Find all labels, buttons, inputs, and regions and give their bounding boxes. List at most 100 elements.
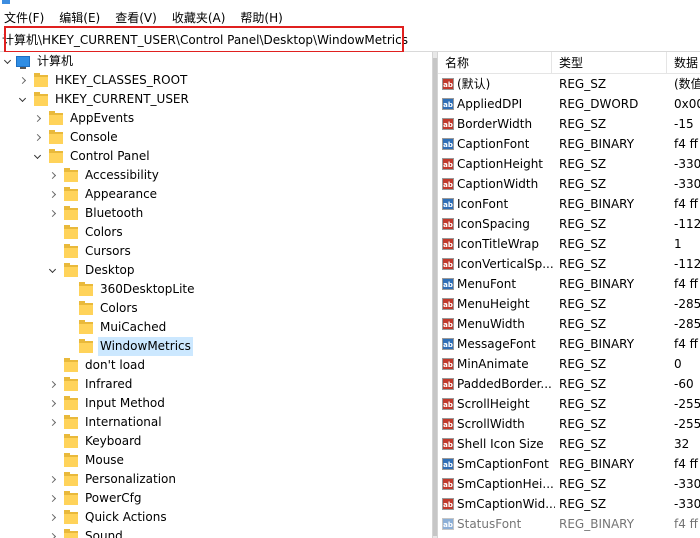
tree-node[interactable]: Input Method [47, 394, 167, 413]
value-row[interactable]: ab CaptionFont REG_BINARY f4 ff [438, 134, 700, 154]
value-row[interactable]: ab ScrollHeight REG_SZ -255 [438, 394, 700, 414]
tree-node[interactable]: Mouse [47, 451, 126, 470]
reg-sz-icon: ab [442, 238, 454, 250]
value-row[interactable]: ab SmCaptionFont REG_BINARY f4 ff [438, 454, 700, 474]
value-name-cell: ab MessageFont [442, 334, 555, 354]
tree-node[interactable]: 360DesktopLite [62, 280, 197, 299]
tree-node[interactable]: Control Panel [32, 147, 152, 166]
tree-node-label: Input Method [85, 396, 165, 410]
expand-arrow-icon[interactable] [47, 527, 57, 538]
folder-icon [64, 357, 78, 372]
value-row[interactable]: ab MessageFont REG_BINARY f4 ff [438, 334, 700, 354]
tree-node[interactable]: Desktop [47, 261, 137, 280]
menu-file[interactable]: 文件(F) [0, 8, 44, 28]
tree-node-label: Accessibility [85, 168, 159, 182]
expand-arrow-icon[interactable] [47, 375, 57, 394]
value-row[interactable]: ab CaptionWidth REG_SZ -330 [438, 174, 700, 194]
value-row[interactable]: ab (默认) REG_SZ (数值 [438, 74, 700, 94]
expand-arrow-icon [62, 318, 72, 337]
tree-node[interactable]: WindowMetrics [62, 337, 193, 356]
expand-arrow-icon [62, 299, 72, 318]
reg-sz-icon: ab [442, 158, 454, 170]
tree-node[interactable]: HKEY_CURRENT_USER [17, 90, 191, 109]
value-row[interactable]: ab BorderWidth REG_SZ -15 [438, 114, 700, 134]
value-row[interactable]: ab MinAnimate REG_SZ 0 [438, 354, 700, 374]
tree-node[interactable]: Bluetooth [47, 204, 145, 223]
value-name: CaptionWidth [457, 177, 539, 191]
value-row[interactable]: ab CaptionHeight REG_SZ -330 [438, 154, 700, 174]
expand-arrow-icon[interactable] [17, 71, 27, 90]
column-header-name[interactable]: 名称 [438, 52, 555, 74]
folder-icon [49, 129, 63, 144]
tree-node[interactable]: Quick Actions [47, 508, 169, 527]
tree-node[interactable]: Accessibility [47, 166, 161, 185]
values-pane: 名称 类型 数据 ab (默认) REG_SZ (数值 ab AppliedDPI REG_… [438, 52, 700, 538]
column-header-type[interactable]: 类型 [551, 52, 666, 74]
expand-arrow-icon[interactable] [47, 508, 57, 527]
menu-edit[interactable]: 编辑(E) [55, 8, 100, 28]
tree-node-label: Keyboard [85, 434, 142, 448]
expand-arrow-icon[interactable] [32, 109, 42, 128]
tree-node[interactable]: don't load [47, 356, 147, 375]
value-row[interactable]: ab SmCaptionHei... REG_SZ -330 [438, 474, 700, 494]
column-header-data[interactable]: 数据 [666, 52, 700, 74]
expand-arrow-icon[interactable] [2, 52, 12, 71]
tree-node[interactable]: Infrared [47, 375, 134, 394]
expand-arrow-icon[interactable] [47, 413, 57, 432]
title-bar-strip [0, 0, 700, 8]
menu-favorites[interactable]: 收藏夹(A) [168, 8, 226, 28]
expand-arrow-icon[interactable] [47, 394, 57, 413]
expand-arrow-icon[interactable] [47, 204, 57, 223]
tree-node-root[interactable]: 计算机 [2, 52, 75, 71]
tree-node[interactable]: MuiCached [62, 318, 168, 337]
value-name-cell: ab StatusFont [442, 514, 555, 534]
tree-node[interactable]: HKEY_CLASSES_ROOT [17, 71, 189, 90]
tree-node[interactable]: PowerCfg [47, 489, 144, 508]
folder-icon [64, 452, 78, 467]
value-row[interactable]: ab StatusFont REG_BINARY f4 ff [438, 514, 700, 534]
tree-node[interactable]: Appearance [47, 185, 159, 204]
tree-node[interactable]: AppEvents [32, 109, 136, 128]
expand-arrow-icon[interactable] [17, 90, 27, 109]
value-row[interactable]: ab MenuWidth REG_SZ -285 [438, 314, 700, 334]
tree-node[interactable]: Colors [47, 223, 125, 242]
tree-node[interactable]: Personalization [47, 470, 178, 489]
value-row[interactable]: abAppliedDPI REG_DWORD 0x00 [438, 94, 700, 114]
value-row[interactable]: ab SmCaptionWid... REG_SZ -330 [438, 494, 700, 514]
tree-scrollbar[interactable] [433, 58, 437, 536]
tree-node[interactable]: Sound [47, 527, 125, 538]
menu-help[interactable]: 帮助(H) [236, 8, 282, 28]
expand-arrow-icon[interactable] [47, 261, 57, 280]
value-row[interactable]: ab IconTitleWrap REG_SZ 1 [438, 234, 700, 254]
expand-arrow-icon[interactable] [47, 470, 57, 489]
tree-node[interactable]: International [47, 413, 164, 432]
value-type: REG_SZ [559, 217, 607, 231]
value-data: -255 [674, 417, 700, 431]
expand-arrow-icon[interactable] [32, 147, 42, 166]
reg-binary-icon: ab [442, 198, 454, 210]
expand-arrow-icon[interactable] [47, 166, 57, 185]
value-data: -1125 [674, 257, 700, 271]
value-row[interactable]: ab ScrollWidth REG_SZ -255 [438, 414, 700, 434]
menu-view[interactable]: 查看(V) [111, 8, 157, 28]
value-type: REG_SZ [559, 377, 607, 391]
tree-node[interactable]: Console [32, 128, 120, 147]
expand-arrow-icon[interactable] [47, 489, 57, 508]
tree-node[interactable]: Cursors [47, 242, 133, 261]
tree-node[interactable]: Keyboard [47, 432, 143, 451]
value-row[interactable]: ab IconFont REG_BINARY f4 ff [438, 194, 700, 214]
value-row[interactable]: ab MenuFont REG_BINARY f4 ff [438, 274, 700, 294]
value-type: REG_SZ [559, 177, 607, 191]
tree-node[interactable]: Colors [62, 299, 140, 318]
value-row[interactable]: abIconSpacing REG_SZ -1125 [438, 214, 700, 234]
expand-arrow-icon [47, 451, 57, 470]
value-row[interactable]: ab MenuHeight REG_SZ -285 [438, 294, 700, 314]
value-row[interactable]: ab Shell Icon Size REG_SZ 32 [438, 434, 700, 454]
value-row[interactable]: ab PaddedBorder... REG_SZ -60 [438, 374, 700, 394]
expand-arrow-icon[interactable] [32, 128, 42, 147]
value-name-cell: ab CaptionWidth [442, 174, 555, 194]
value-data: -330 [674, 177, 700, 191]
expand-arrow-icon[interactable] [47, 185, 57, 204]
value-row[interactable]: abIconVerticalSp... REG_SZ -1125 [438, 254, 700, 274]
value-data: -15 [674, 117, 694, 131]
